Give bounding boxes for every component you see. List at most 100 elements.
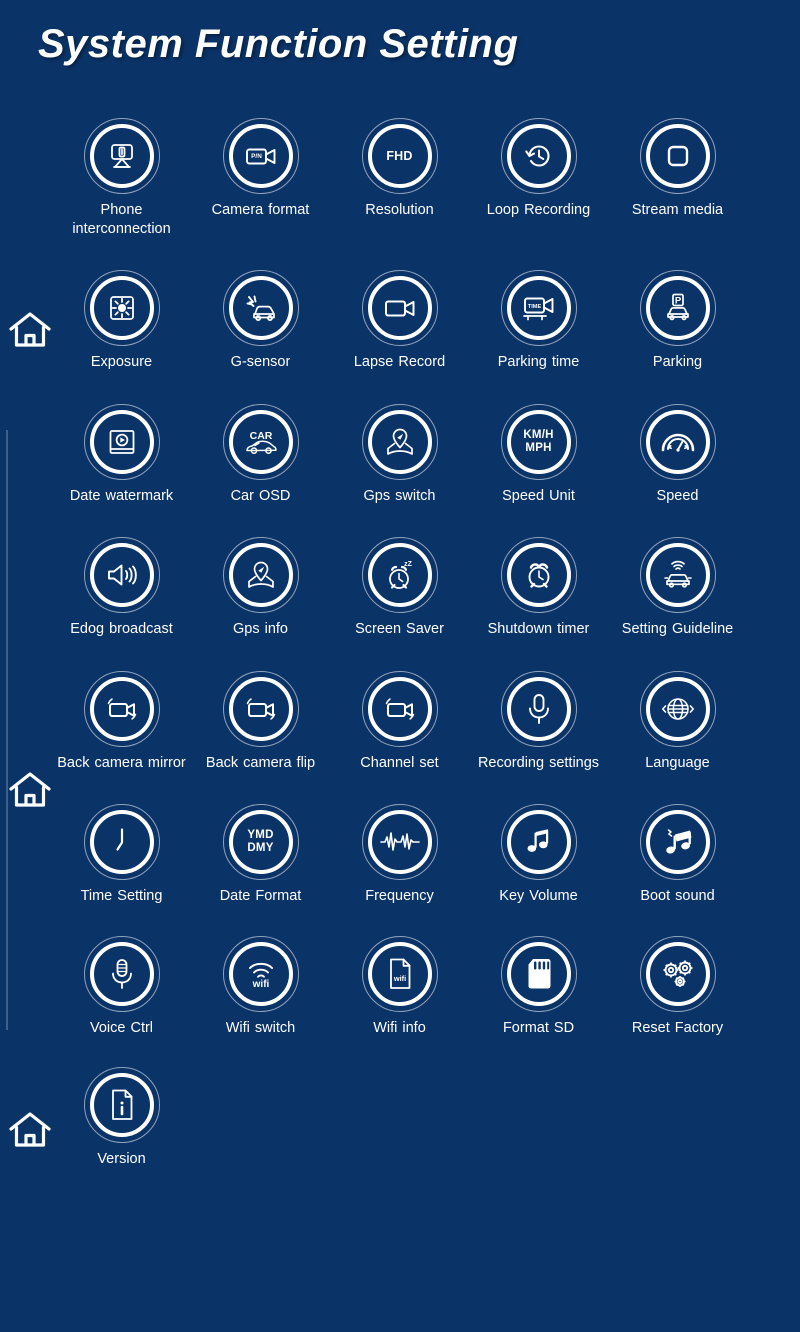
- menu-item-channel-set[interactable]: Channel set: [330, 670, 469, 773]
- version-icon: [83, 1067, 160, 1144]
- parking-icon: P: [639, 270, 716, 347]
- menu-item-label: Recording settings: [477, 754, 600, 771]
- svg-text:P/N: P/N: [251, 153, 262, 160]
- menu-item-wifi-info[interactable]: wifi Wifi info: [330, 935, 469, 1038]
- left-scroll-rail: [6, 430, 8, 1030]
- menu-item-label: Language: [645, 754, 710, 771]
- menu-item-parking-time[interactable]: TIME Parking time: [469, 270, 608, 372]
- function-row: Phone interconnection P/N Camera format: [52, 118, 792, 238]
- menu-item-date-watermark[interactable]: Date watermark: [52, 403, 191, 506]
- menu-item-label: Parking time: [497, 354, 580, 371]
- system-function-setting-screen: System Function Setting Phone interconne…: [0, 0, 800, 1332]
- menu-item-frequency[interactable]: Frequency: [330, 804, 469, 906]
- menu-item-stream-media[interactable]: Stream media: [608, 118, 747, 238]
- boot-sound-icon: [639, 804, 716, 881]
- menu-item-label: Lapse Record: [353, 354, 446, 371]
- menu-item-screen-saver[interactable]: zZ Screen Saver: [330, 537, 469, 639]
- menu-item-label: Voice Ctrl: [89, 1019, 154, 1036]
- menu-item-label: Speed: [656, 487, 699, 504]
- language-icon: [639, 670, 716, 747]
- menu-item-recording-settings[interactable]: Recording settings: [469, 670, 608, 773]
- screen-saver-icon: zZ: [361, 537, 438, 614]
- home-icon[interactable]: [8, 768, 52, 812]
- gps-info-icon: [222, 537, 299, 614]
- menu-item-label: Setting Guideline: [621, 621, 734, 638]
- menu-item-boot-sound[interactable]: Boot sound: [608, 804, 747, 906]
- menu-item-label: Date Format: [219, 888, 302, 905]
- function-row: Time Setting YMD DMY Date Format Frequen…: [52, 804, 792, 906]
- menu-item-setting-guideline[interactable]: Setting Guideline: [608, 537, 747, 639]
- menu-item-label: Date watermark: [69, 487, 174, 504]
- menu-item-label: Car OSD: [230, 487, 291, 504]
- speed-unit-icon: KM/H MPH: [500, 403, 577, 480]
- menu-item-label: Gps switch: [363, 487, 436, 504]
- menu-item-version[interactable]: Version: [52, 1067, 191, 1169]
- date-format-icon: YMD DMY: [222, 804, 299, 881]
- menu-item-label: Screen Saver: [355, 621, 444, 638]
- svg-text:zZ: zZ: [404, 561, 413, 568]
- menu-item-label: Speed Unit: [502, 487, 575, 504]
- back-camera-mirror-icon: [83, 670, 160, 747]
- menu-item-camera-format[interactable]: P/N Camera format: [191, 118, 330, 238]
- menu-item-exposure[interactable]: Exposure: [52, 270, 191, 372]
- menu-item-language[interactable]: Language: [608, 670, 747, 773]
- menu-item-date-format[interactable]: YMD DMY Date Format: [191, 804, 330, 906]
- speed-icon: [639, 403, 716, 480]
- menu-item-phone-interconnection[interactable]: Phone interconnection: [52, 118, 191, 238]
- menu-item-loop-recording[interactable]: Loop Recording: [469, 118, 608, 238]
- menu-item-wifi-switch[interactable]: wifi Wifi switch: [191, 935, 330, 1038]
- resolution-icon: FHD: [361, 118, 438, 194]
- menu-item-gps-switch[interactable]: Gps switch: [330, 403, 469, 506]
- menu-item-label: Exposure: [90, 354, 153, 371]
- menu-item-g-sensor[interactable]: G-sensor: [191, 270, 330, 372]
- svg-text:TIME: TIME: [527, 304, 541, 310]
- svg-text:CAR: CAR: [249, 430, 272, 442]
- menu-item-time-setting[interactable]: Time Setting: [52, 804, 191, 906]
- menu-item-back-camera-mirror[interactable]: Back camera mirror: [52, 670, 191, 773]
- menu-item-key-volume[interactable]: Key Volume: [469, 804, 608, 906]
- menu-item-gps-info[interactable]: Gps info: [191, 537, 330, 639]
- lapse-record-icon: [361, 270, 438, 347]
- menu-item-label: Resolution: [365, 202, 434, 218]
- g-sensor-icon: [222, 270, 299, 347]
- menu-item-car-osd[interactable]: CAR Car OSD: [191, 403, 330, 506]
- frequency-icon: [361, 804, 438, 881]
- menu-item-label: Parking: [652, 354, 703, 371]
- menu-item-label: G-sensor: [230, 354, 291, 371]
- menu-item-speed[interactable]: Speed: [608, 403, 747, 506]
- home-icon[interactable]: [8, 1108, 52, 1152]
- menu-item-edog-broadcast[interactable]: Edog broadcast: [52, 537, 191, 639]
- menu-item-label: Edog broadcast: [70, 621, 173, 638]
- menu-item-voice-ctrl[interactable]: Voice Ctrl: [52, 935, 191, 1038]
- menu-item-label: Back camera flip: [205, 754, 316, 771]
- function-row: Back camera mirror Back camera flip Chan…: [52, 670, 792, 773]
- format-sd-icon: [500, 935, 577, 1012]
- menu-item-label: Loop Recording: [486, 202, 591, 218]
- menu-item-label: Boot sound: [640, 888, 715, 905]
- menu-item-parking[interactable]: P Parking: [608, 270, 747, 372]
- key-volume-icon: [500, 804, 577, 881]
- svg-text:wifi: wifi: [392, 974, 405, 983]
- menu-item-label: Phone interconnection: [72, 202, 171, 237]
- menu-item-format-sd[interactable]: Format SD: [469, 935, 608, 1038]
- edog-broadcast-icon: [83, 537, 160, 614]
- menu-item-lapse-record[interactable]: Lapse Record: [330, 270, 469, 372]
- menu-item-reset-factory[interactable]: Reset Factory: [608, 935, 747, 1038]
- recording-settings-icon: [500, 670, 577, 747]
- menu-item-label: Gps info: [233, 621, 288, 638]
- channel-set-icon: [361, 670, 438, 747]
- voice-ctrl-icon: [83, 935, 160, 1012]
- menu-item-resolution[interactable]: FHD Resolution: [330, 118, 469, 238]
- function-row: Voice Ctrl wifi Wifi switch wifi Wifi in…: [52, 935, 792, 1038]
- menu-item-shutdown-timer[interactable]: Shutdown timer: [469, 537, 608, 639]
- menu-item-label: Format SD: [502, 1019, 575, 1036]
- function-grid: Phone interconnection P/N Camera format: [52, 118, 792, 1169]
- back-camera-flip-icon: [222, 670, 299, 747]
- menu-item-back-camera-flip[interactable]: Back camera flip: [191, 670, 330, 773]
- gps-switch-icon: [361, 403, 438, 480]
- menu-item-label: Channel set: [360, 754, 439, 771]
- home-icon[interactable]: [8, 308, 52, 352]
- function-row: Exposure G-sensor Lapse Record TIME Park…: [52, 270, 792, 372]
- speed-unit-glyph-text: KM/H MPH: [523, 428, 554, 454]
- menu-item-speed-unit[interactable]: KM/H MPH Speed Unit: [469, 403, 608, 506]
